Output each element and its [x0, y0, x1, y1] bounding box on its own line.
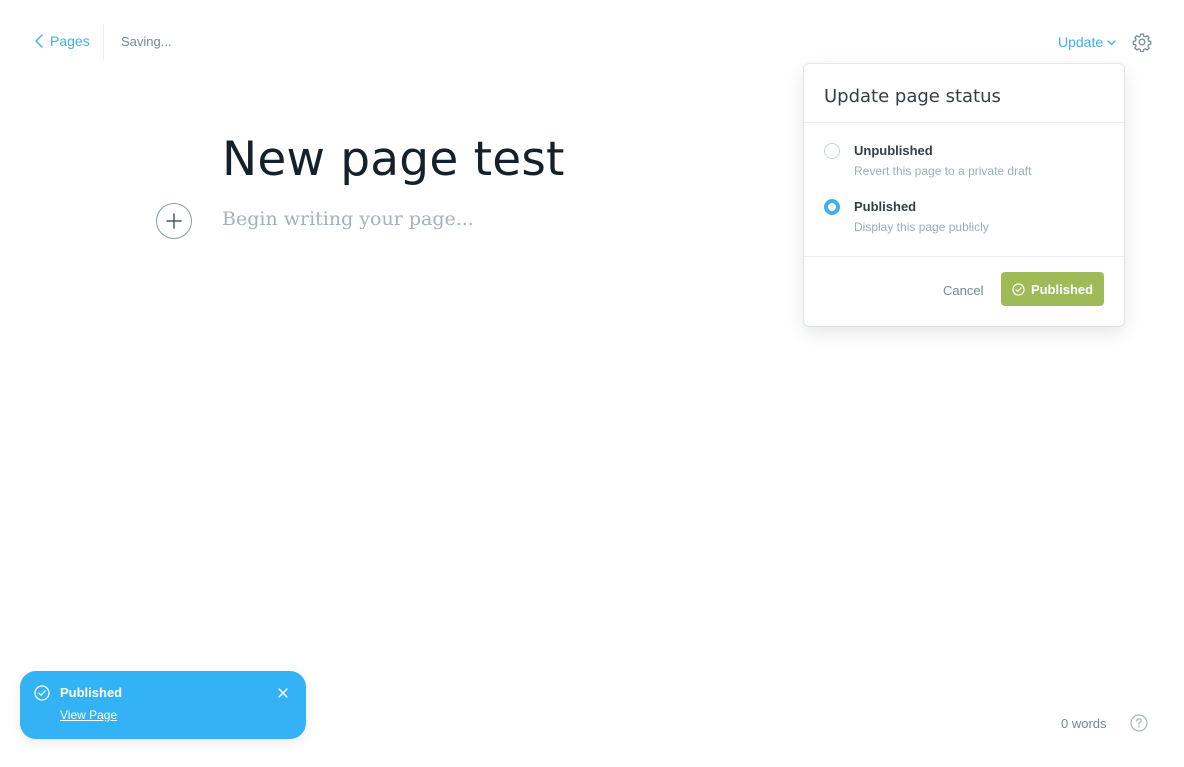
add-card-button[interactable] — [156, 203, 192, 239]
check-circle-icon — [34, 685, 50, 701]
option-label: Published — [854, 199, 917, 214]
word-count: 0 words — [1061, 716, 1107, 731]
published-radio[interactable] — [824, 199, 840, 215]
published-option-text: Published Display this page publicly — [854, 198, 989, 235]
check-circle-icon — [1012, 282, 1025, 296]
back-to-pages-link[interactable]: Pages — [34, 33, 90, 49]
unpublished-option-text: Unpublished Revert this page to a privat… — [854, 142, 1031, 179]
option-description: Revert this page to a private draft — [854, 164, 1032, 178]
editor-body[interactable]: Begin writing your page... — [222, 208, 474, 230]
unpublished-option[interactable]: Unpublished Revert this page to a privat… — [824, 142, 1031, 179]
save-status: Saving... — [121, 34, 172, 49]
published-toast: Published View Page — [20, 671, 306, 739]
toast-title: Published — [60, 685, 123, 700]
view-page-link[interactable]: View Page — [60, 708, 117, 722]
published-button-label: Published — [1030, 281, 1094, 297]
popover-title: Update page status — [804, 64, 1124, 123]
gear-icon[interactable] — [1132, 32, 1152, 52]
help-icon[interactable] — [1130, 714, 1148, 732]
page-title[interactable]: New page test — [222, 132, 565, 187]
update-status-popover: Update page status Unpublished Revert th… — [804, 64, 1124, 326]
header-divider — [103, 24, 104, 60]
plus-icon — [166, 213, 182, 229]
close-icon[interactable] — [277, 687, 289, 699]
unpublished-radio[interactable] — [824, 143, 840, 159]
published-option[interactable]: Published Display this page publicly — [824, 198, 989, 235]
back-link-label: Pages — [50, 33, 90, 49]
option-label: Unpublished — [854, 143, 933, 158]
cancel-button[interactable]: Cancel — [943, 283, 983, 298]
chevron-down-icon — [1107, 40, 1116, 46]
popover-divider — [804, 256, 1124, 257]
published-button[interactable]: Published — [1001, 272, 1104, 306]
update-label: Update — [1058, 34, 1104, 50]
update-menu-button[interactable]: Update — [1058, 34, 1116, 50]
option-description: Display this page publicly — [854, 220, 989, 234]
chevron-left-icon — [35, 34, 43, 48]
